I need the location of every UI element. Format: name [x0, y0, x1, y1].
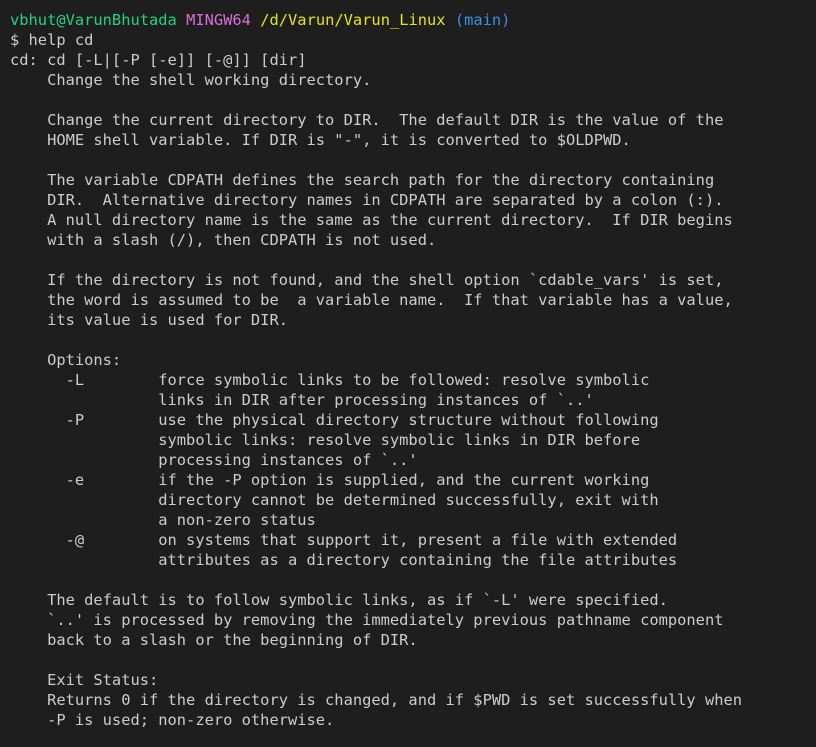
output-line: Exit Status: [10, 671, 159, 689]
output-line: The variable CDPATH defines the search p… [10, 171, 715, 189]
output-line: its value is used for DIR. [10, 311, 288, 329]
output-line: processing instances of `..' [10, 451, 418, 469]
output-line: attributes as a directory containing the… [10, 551, 678, 569]
output-line: a non-zero status [10, 511, 316, 529]
output-line: cd: cd [-L|[-P [-e]] [-@]] [dir] [10, 51, 307, 69]
prompt-git-branch: (main) [454, 11, 511, 29]
output-line: back to a slash or the beginning of DIR. [10, 631, 418, 649]
terminal-window[interactable]: vbhut@VarunBhutada MINGW64 /d/Varun/Varu… [0, 0, 816, 747]
output-line: symbolic links: resolve symbolic links i… [10, 431, 641, 449]
output-line: Options: [10, 351, 122, 369]
prompt-user-host: vbhut@VarunBhutada [10, 11, 177, 29]
prompt-path: /d/Varun/Varun_Linux [260, 11, 446, 29]
output-line: `..' is processed by removing the immedi… [10, 611, 724, 629]
output-line: The default is to follow symbolic links,… [10, 591, 668, 609]
output-line: A null directory name is the same as the… [10, 211, 733, 229]
output-line: Returns 0 if the directory is changed, a… [10, 691, 743, 709]
output-line: -@ on systems that support it, present a… [10, 531, 678, 549]
prompt-line: vbhut@VarunBhutada MINGW64 /d/Varun/Varu… [10, 10, 816, 30]
output-line: DIR. Alternative directory names in CDPA… [10, 191, 724, 209]
output-line: the word is assumed to be a variable nam… [10, 291, 733, 309]
output-line: -P use the physical directory structure … [10, 411, 659, 429]
command-output: cd: cd [-L|[-P [-e]] [-@]] [dir] Change … [10, 50, 816, 730]
prompt-env: MINGW64 [186, 11, 251, 29]
command-line: $ help cd [10, 31, 94, 49]
output-line: -L force symbolic links to be followed: … [10, 371, 650, 389]
output-line: HOME shell variable. If DIR is "-", it i… [10, 131, 631, 149]
output-line: If the directory is not found, and the s… [10, 271, 724, 289]
output-line: with a slash (/), then CDPATH is not use… [10, 231, 437, 249]
output-line: Change the current directory to DIR. The… [10, 111, 724, 129]
output-line: directory cannot be determined successfu… [10, 491, 659, 509]
output-line: -e if the -P option is supplied, and the… [10, 471, 650, 489]
output-line: Change the shell working directory. [10, 71, 372, 89]
output-line: -P is used; non-zero otherwise. [10, 711, 335, 729]
output-line: links in DIR after processing instances … [10, 391, 594, 409]
